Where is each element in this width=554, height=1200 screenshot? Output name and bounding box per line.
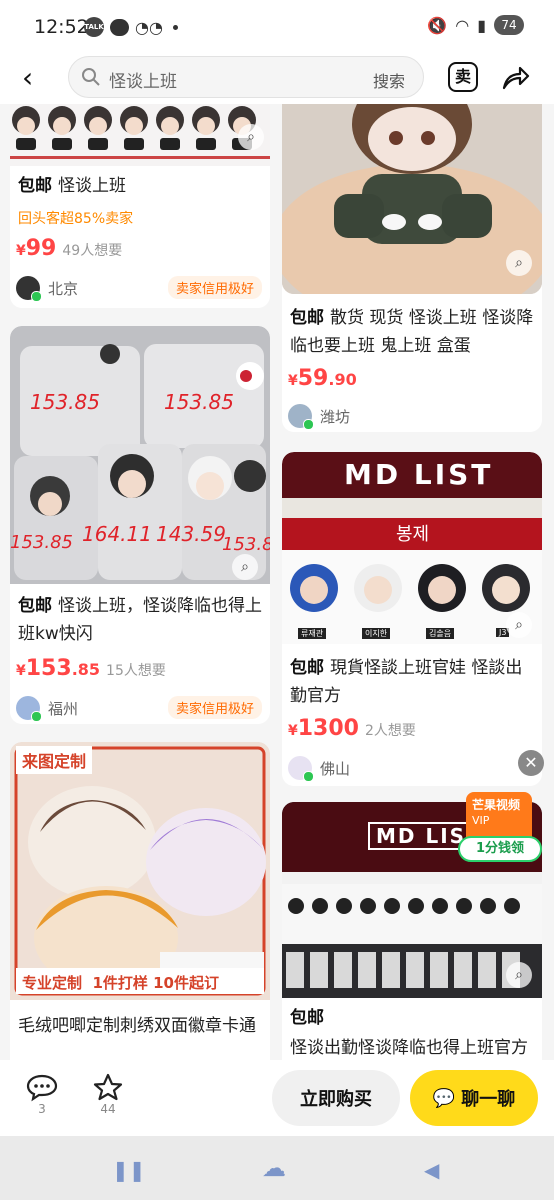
product-title: 包邮 <box>290 1008 324 1028</box>
product-price: ¥153.85 15人想要 <box>16 656 166 681</box>
wifi-icon: ◠ <box>455 15 470 35</box>
md-list-banner: MD LIST <box>344 458 494 491</box>
sell-icon[interactable]: 卖 <box>448 62 478 92</box>
product-image: MD LIST 봉제 류재관 이지한 김솔음 J3 ⌕ <box>282 452 542 644</box>
buy-now-button[interactable]: 立即购买 <box>272 1070 400 1126</box>
product-price: ¥59.90 <box>288 366 357 391</box>
incognito-icon: ◔◔ <box>135 17 163 37</box>
avatar <box>16 696 42 722</box>
zoom-icon[interactable]: ⌕ <box>506 612 532 638</box>
zoom-icon[interactable]: ⌕ <box>238 124 264 150</box>
product-title: 包邮 現貨怪談上班官娃 怪談出勤官方 <box>290 658 523 706</box>
character-name: 김솔음 <box>426 628 455 639</box>
search-input[interactable]: 怪谈上班 搜索 <box>68 56 424 98</box>
custom-label: 来图定制 <box>16 746 93 774</box>
product-title: 包邮 怪谈上班，怪谈降临也得上班kw快闪 <box>18 596 262 644</box>
seller-location: 福州 <box>16 696 78 722</box>
product-image: ⌕ <box>10 104 270 166</box>
bottom-action-bar: 3 44 立即购买 💬 聊一聊 <box>0 1060 554 1136</box>
product-feed[interactable]: ⌕ 包邮怪谈上班 回头客超85%卖家 ¥9949人想要 北京 卖家信用极好 <box>0 104 554 1060</box>
price-annotation: 153.85 <box>30 390 100 414</box>
status-bar: 12:52 TALK ◔◔ 🔇 ◠ ▮ 74 <box>0 0 554 52</box>
product-card[interactable]: 153.85 153.85 153.85 164.11 143.59 153.8… <box>10 326 270 724</box>
search-icon <box>82 68 100 86</box>
credit-badge: 卖家信用极好 <box>167 276 262 299</box>
system-nav-bar: ❚❚ ☁ ◀ <box>0 1136 554 1200</box>
product-image: ⌕ <box>282 104 542 294</box>
price-annotation: 153.85 <box>164 390 234 414</box>
plush-label: 봉제 <box>396 524 430 545</box>
back-nav-icon[interactable]: ◀ <box>424 1158 439 1182</box>
close-ad-button[interactable]: ✕ <box>518 750 544 776</box>
search-query: 怪谈上班 <box>109 72 177 92</box>
favorite-button[interactable]: 44 <box>88 1072 128 1116</box>
product-card[interactable]: ⌕ 包邮 散货 现货 怪谈上班 怪谈降临也要上班 鬼上班 盒蛋 ¥59.90 潍坊 <box>282 104 542 432</box>
product-price: ¥1300 2人想要 <box>288 716 416 741</box>
star-icon <box>93 1073 123 1101</box>
talk-icon: TALK <box>84 17 104 37</box>
search-button[interactable]: 搜索 <box>373 68 405 92</box>
ad-brand: 芒果视频 <box>472 798 521 812</box>
credit-badge: 卖家信用极好 <box>167 696 262 719</box>
notification-dot-icon <box>172 24 178 30</box>
avatar <box>288 756 314 782</box>
product-tagline: 回头客超85%卖家 <box>18 211 134 227</box>
seller-location: 佛山 <box>288 756 350 782</box>
product-image: 153.85 153.85 153.85 164.11 143.59 153.8… <box>10 326 270 584</box>
avatar <box>288 404 314 430</box>
recents-icon[interactable]: ❚❚ <box>112 1158 146 1182</box>
home-icon[interactable]: ☁ <box>262 1154 286 1182</box>
message-icon <box>110 18 129 36</box>
avatar <box>16 276 42 302</box>
product-card[interactable]: MD LIST 봉제 류재관 이지한 김솔음 J3 ⌕ 包邮 現貨怪談上班官娃 怪… <box>282 452 542 786</box>
character-name: 이지한 <box>362 628 391 639</box>
product-title: 毛绒吧唧定制刺绣双面徽章卡通 <box>18 1016 256 1036</box>
chat-button[interactable]: 💬 聊一聊 <box>410 1070 538 1126</box>
chat-bubble-icon: 💬 <box>432 1087 456 1109</box>
price-annotation: 153.85 <box>222 534 270 555</box>
product-card[interactable]: 来图定制 专业定制 1件打样 10件起订 毛绒吧唧定制刺绣双面徽章卡通 <box>10 742 270 1060</box>
battery-icon: 74 <box>494 15 524 35</box>
product-title: 包邮 散货 现货 怪谈上班 怪谈降临也要上班 鬼上班 盒蛋 <box>290 308 534 356</box>
product-card[interactable]: ⌕ 包邮 怪谈上班 回头客超85%卖家 ¥99 49人想要 北京 卖家信用极好 <box>10 104 270 308</box>
price-annotation: 143.59 <box>156 522 226 546</box>
character-name: 류재관 <box>298 628 327 639</box>
product-title: 包邮 怪谈上班 <box>18 176 126 196</box>
signal-icon: ▮ <box>477 15 486 35</box>
mute-icon: 🔇 <box>427 15 448 35</box>
custom-bottom-label: 专业定制 1件打样 10件起订 <box>22 974 219 992</box>
status-time: 12:52 <box>34 16 89 38</box>
zoom-icon[interactable]: ⌕ <box>506 250 532 276</box>
seller-location: 潍坊 <box>288 404 350 430</box>
price-annotation: 164.11 <box>82 522 152 546</box>
back-button[interactable]: ‹ <box>22 60 50 96</box>
ad-vip: VIP <box>472 814 490 827</box>
comment-button[interactable]: 3 <box>22 1072 62 1116</box>
ad-cta-button[interactable]: 1分钱领 <box>458 836 542 862</box>
product-title-line2: 怪谈出勤怪谈降临也得上班官方 <box>290 1038 528 1058</box>
price-annotation: 153.85 <box>10 532 73 553</box>
zoom-icon[interactable]: ⌕ <box>232 554 258 580</box>
product-price: ¥99 49人想要 <box>16 236 123 261</box>
comment-icon <box>26 1074 58 1102</box>
seller-location: 北京 <box>16 276 78 302</box>
share-icon[interactable] <box>500 64 530 92</box>
product-image: 来图定制 专业定制 1件打样 10件起订 <box>10 742 270 1000</box>
zoom-icon[interactable]: ⌕ <box>506 962 532 988</box>
search-header: ‹ 怪谈上班 搜索 卖 <box>0 52 554 104</box>
